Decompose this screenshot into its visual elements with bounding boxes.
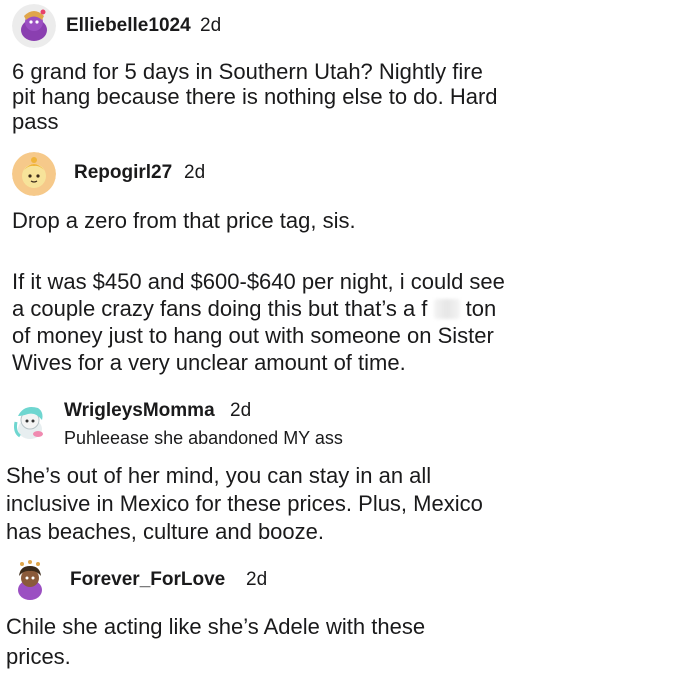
comment-text: Drop a zero from that price tag, sis. bbox=[12, 208, 356, 233]
username[interactable]: WrigleysMomma bbox=[64, 400, 215, 422]
censored-word bbox=[433, 299, 460, 319]
user-avatar[interactable] bbox=[8, 560, 52, 604]
snoo-avatar-icon bbox=[8, 560, 52, 604]
snoo-avatar-icon bbox=[12, 4, 56, 48]
comment-text: a couple crazy fans doing this but that’… bbox=[12, 296, 496, 322]
comment-text: pass bbox=[12, 109, 59, 134]
comment-text: inclusive in Mexico for these prices. Pl… bbox=[6, 491, 483, 516]
comment-text-part: ton bbox=[465, 296, 497, 321]
animal-crossing-avatar-icon bbox=[12, 152, 56, 196]
comment-text: pit hang because there is nothing else t… bbox=[12, 84, 498, 109]
comment-text: has beaches, culture and booze. bbox=[6, 519, 325, 544]
comment-text: 6 grand for 5 days in Southern Utah? Nig… bbox=[12, 59, 483, 84]
comment-text-part: a couple crazy fans doing this but that’… bbox=[12, 296, 428, 321]
timestamp: 2d bbox=[200, 15, 222, 36]
comment-text: of money just to hang out with someone o… bbox=[12, 323, 494, 348]
user-avatar[interactable] bbox=[8, 402, 52, 446]
comment-text: Wives for a very unclear amount of time. bbox=[12, 350, 406, 375]
timestamp: 2d bbox=[230, 400, 252, 421]
user-flair: Puhleease she abandoned MY ass bbox=[64, 428, 343, 448]
snoo-avatar-icon bbox=[8, 402, 52, 446]
comment-text: prices. bbox=[6, 644, 71, 669]
comment-text: Chile she acting like she’s Adele with t… bbox=[6, 614, 426, 639]
username[interactable]: Repogirl27 bbox=[74, 162, 172, 184]
comment-text: She’s out of her mind, you can stay in a… bbox=[6, 463, 432, 488]
timestamp: 2d bbox=[246, 569, 268, 590]
user-avatar[interactable] bbox=[12, 4, 56, 48]
username[interactable]: Elliebelle1024 bbox=[66, 15, 191, 37]
user-avatar[interactable] bbox=[12, 152, 56, 196]
comment-text: If it was $450 and $600-$640 per night, … bbox=[12, 269, 505, 294]
username[interactable]: Forever_ForLove bbox=[70, 569, 225, 591]
timestamp: 2d bbox=[184, 162, 206, 183]
